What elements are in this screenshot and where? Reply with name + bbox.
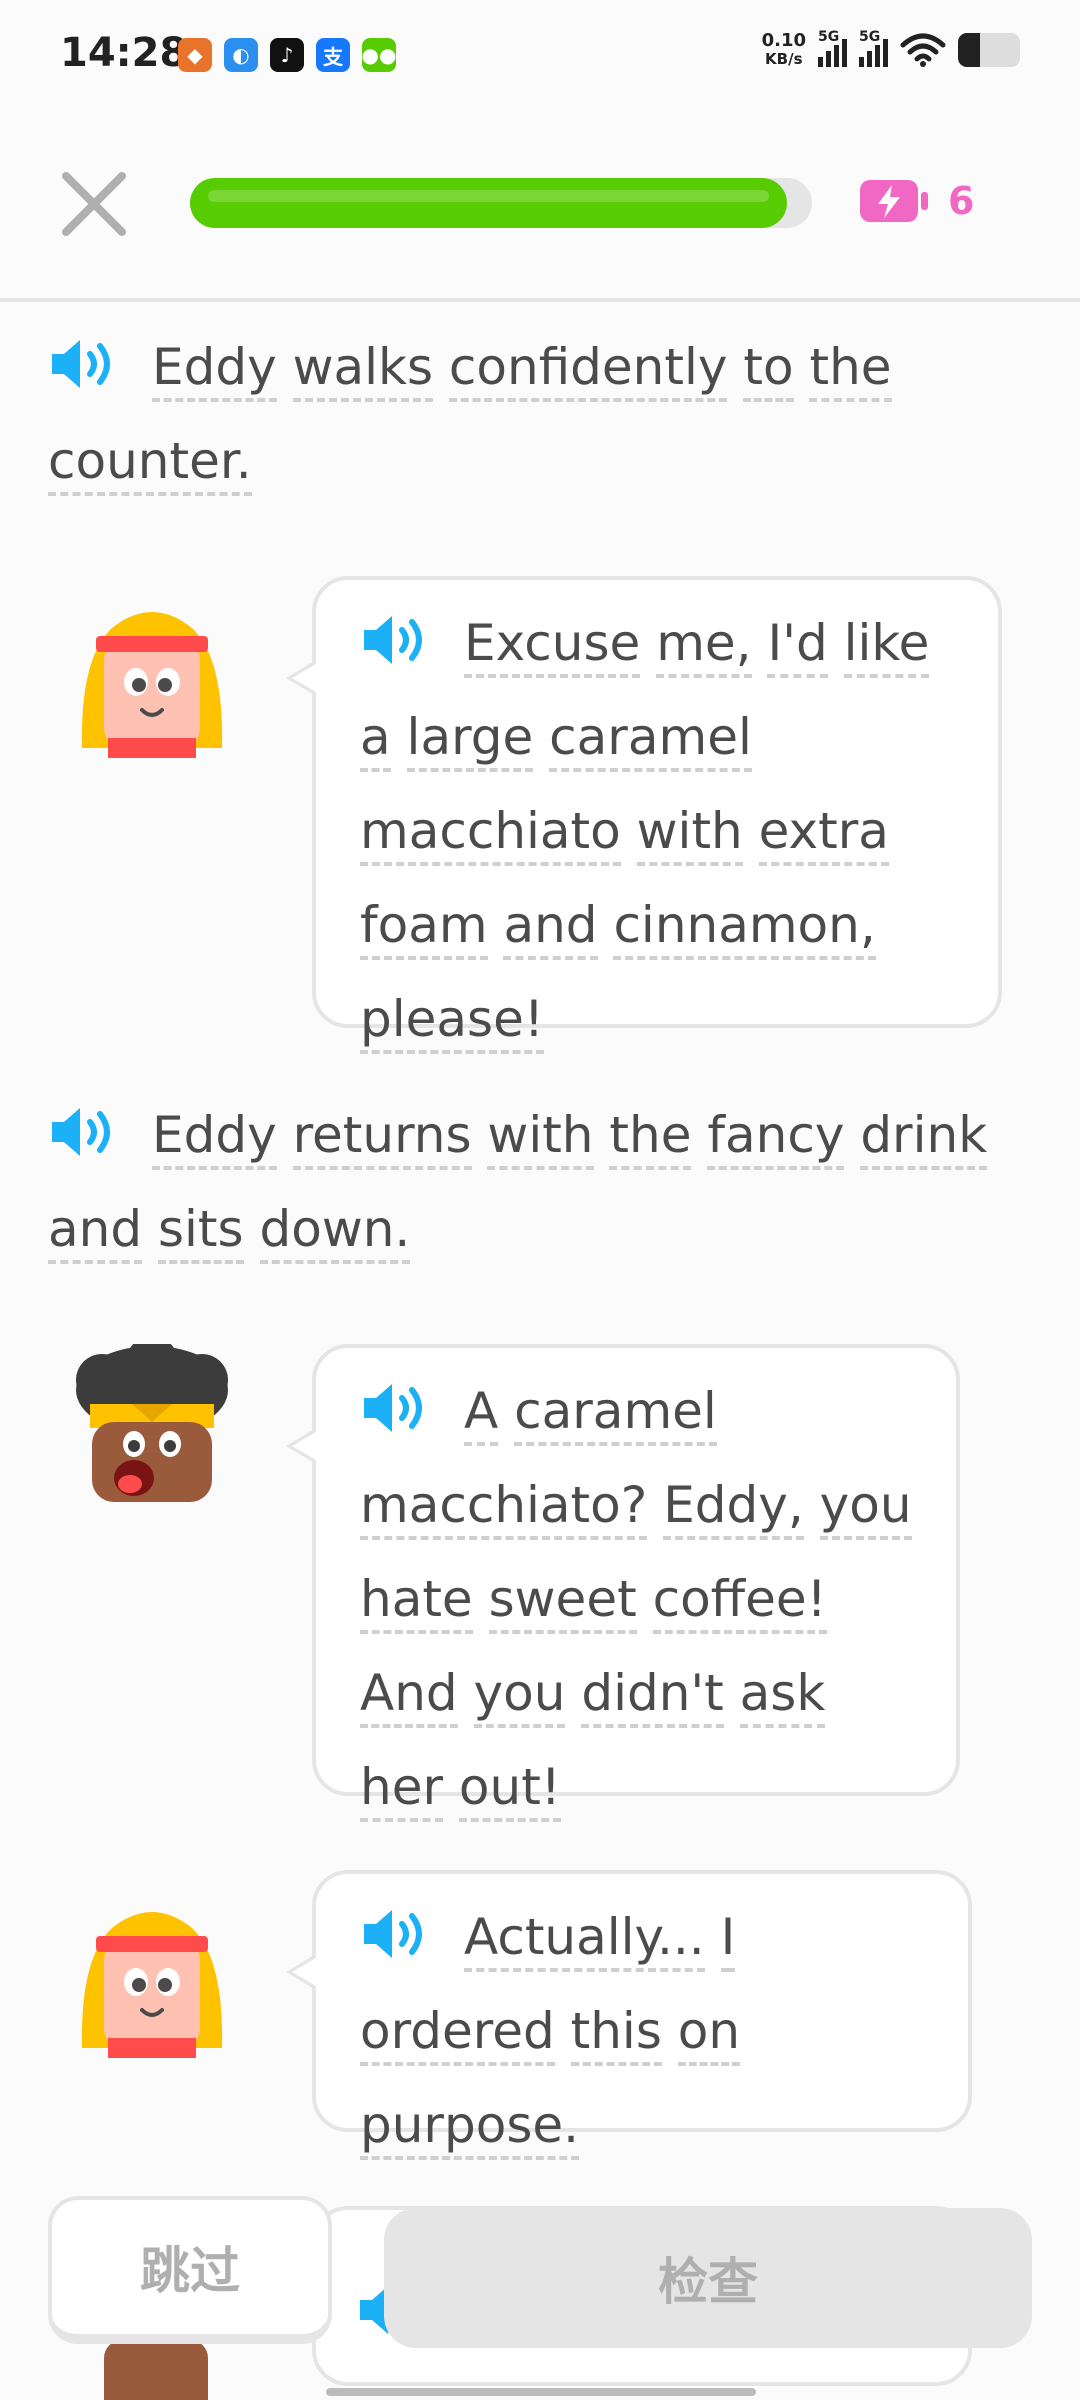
network-speed-unit: KB/s [765, 50, 803, 68]
story-word[interactable]: you [819, 1476, 912, 1540]
story-word[interactable]: I'd [767, 614, 828, 678]
story-word[interactable]: to [743, 338, 794, 402]
story-word[interactable]: I [720, 1908, 736, 1972]
story-word[interactable]: a [360, 708, 391, 772]
check-button[interactable]: 检查 [384, 2208, 1032, 2348]
story-word[interactable]: purpose. [360, 2096, 580, 2160]
tiktok-icon: ♪ [270, 38, 304, 72]
friend-avatar [76, 1344, 228, 1502]
story-word[interactable]: confidently [448, 338, 728, 402]
story-word[interactable]: and [48, 1200, 143, 1264]
story-word[interactable]: on [677, 2002, 741, 2066]
story-word[interactable]: Excuse [464, 614, 641, 678]
story-word[interactable]: Eddy [152, 1106, 277, 1170]
sim2-label: 5G [859, 29, 881, 45]
story-word[interactable]: caramel [514, 1382, 717, 1446]
speaker-icon[interactable] [360, 1904, 434, 1964]
story-word[interactable]: fancy [707, 1106, 845, 1170]
system-indicators: 0.10 KB/s 5G 5G [761, 29, 1020, 69]
dialogue-bubble-3: Actually... I ordered this on purpose. [286, 1870, 972, 2160]
header-divider [0, 298, 1080, 302]
story-word[interactable]: ask [739, 1664, 826, 1728]
story-word[interactable]: returns [292, 1106, 472, 1170]
story-word[interactable]: A [464, 1382, 499, 1446]
story-word[interactable]: counter. [48, 432, 252, 496]
home-indicator[interactable] [326, 2388, 756, 2396]
dialogue-bubble-2: A caramel macchiato? Eddy, you hate swee… [286, 1344, 960, 1822]
battery-icon [958, 33, 1020, 67]
lesson-progress-bar [190, 178, 812, 228]
tiger-app-icon: ◆ [178, 38, 212, 72]
lesson-progress-fill [190, 178, 788, 228]
story-word[interactable]: hate [360, 1570, 473, 1634]
story-word[interactable]: down. [259, 1200, 411, 1264]
energy-count: 6 [948, 179, 975, 223]
battery-level [958, 33, 980, 67]
story-word[interactable]: please! [360, 990, 544, 1054]
story-word[interactable]: sweet [488, 1570, 637, 1634]
signal-icon-sim1: 5G [818, 29, 847, 67]
story-word[interactable]: you [473, 1664, 566, 1728]
story-word[interactable]: ordered [360, 2002, 555, 2066]
story-word[interactable]: and [503, 896, 598, 960]
wifi-icon [900, 33, 946, 67]
duolingo-icon: ●● [362, 38, 396, 72]
speaker-icon[interactable] [48, 1102, 122, 1162]
network-speed: 0.10 KB/s [761, 30, 806, 69]
story-word[interactable]: coffee! [652, 1570, 827, 1634]
energy-battery-icon [860, 180, 928, 222]
energy-indicator[interactable]: 6 [858, 176, 974, 226]
story-word[interactable]: like [843, 614, 930, 678]
story-word[interactable]: walks [292, 338, 434, 402]
story-word[interactable]: me, [656, 614, 752, 678]
story-word[interactable]: with [636, 802, 743, 866]
browser-app-icon: ◐ [224, 38, 258, 72]
dialogue-bubble-1: Excuse me, I'd like a large caramel macc… [286, 576, 1002, 1054]
speaker-icon[interactable] [360, 610, 434, 670]
signal-icon-sim2: 5G [859, 29, 888, 67]
story-word[interactable]: caramel [549, 708, 752, 772]
story-word[interactable]: the [809, 338, 892, 402]
story-word[interactable]: sits [157, 1200, 244, 1264]
eddy-avatar [81, 612, 223, 758]
story-word[interactable]: with [487, 1106, 594, 1170]
story-word[interactable]: macchiato [360, 802, 621, 866]
story-word[interactable]: macchiato? [360, 1476, 648, 1540]
skip-button[interactable]: 跳过 [48, 2196, 332, 2344]
story-word[interactable]: extra [758, 802, 889, 866]
story-word[interactable]: this [570, 2002, 662, 2066]
story-word[interactable]: her [360, 1758, 444, 1822]
status-time: 14:28 [60, 30, 188, 76]
network-speed-value: 0.10 [761, 30, 806, 51]
story-word[interactable]: large [406, 708, 534, 772]
close-icon[interactable] [58, 168, 130, 240]
notification-app-icons: ◆ ◐ ♪ 支 ●● [178, 38, 396, 72]
story-word[interactable]: And [360, 1664, 458, 1728]
story-word[interactable]: Actually... [464, 1908, 705, 1972]
speaker-icon[interactable] [360, 1378, 434, 1438]
story-word[interactable]: drink [860, 1106, 988, 1170]
story-word[interactable]: Eddy [152, 338, 277, 402]
eddy-avatar [81, 1912, 223, 2058]
story-word[interactable]: didn't [581, 1664, 724, 1728]
story-word[interactable]: Eddy, [663, 1476, 804, 1540]
friend-avatar-partial [104, 2340, 208, 2400]
story-word[interactable]: cinnamon, [613, 896, 876, 960]
narration-line-2: Eddy returns with the fancy drink and si… [48, 1088, 1048, 1276]
status-bar: 14:28 ◆ ◐ ♪ 支 ●● 0.10 KB/s 5G 5G [0, 0, 1080, 110]
story-word[interactable]: foam [360, 896, 488, 960]
story-word[interactable]: out! [458, 1758, 561, 1822]
speaker-icon[interactable] [48, 334, 122, 394]
story-word[interactable]: the [609, 1106, 692, 1170]
narration-line-1: Eddy walks confidently to the counter. [48, 320, 1048, 508]
sim1-label: 5G [818, 29, 840, 45]
alipay-icon: 支 [316, 38, 350, 72]
